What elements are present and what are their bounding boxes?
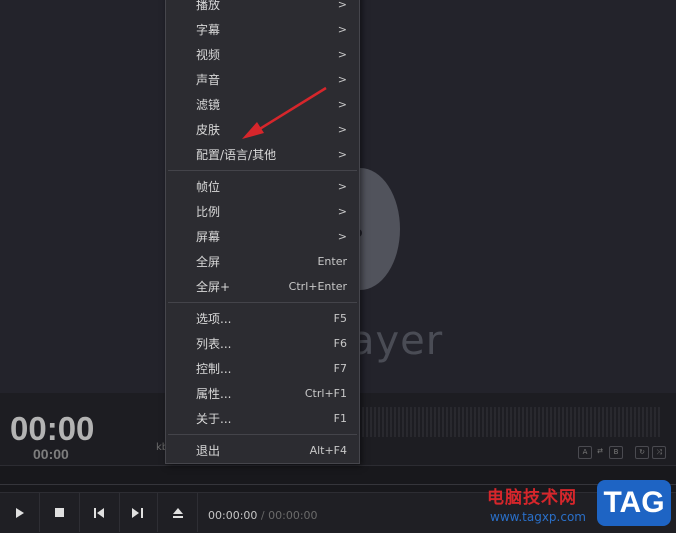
- submenu-arrow: >: [337, 148, 347, 161]
- submenu-arrow: >: [337, 73, 347, 86]
- elapsed-time-display: 00:00: [10, 410, 95, 447]
- submenu-arrow: >: [337, 48, 347, 61]
- player-logo-text: ayer: [350, 318, 444, 364]
- loop-b-button[interactable]: B: [609, 446, 623, 459]
- shortcut-label: F7: [333, 362, 347, 375]
- submenu-arrow: >: [337, 230, 347, 243]
- time-separator: /: [260, 509, 265, 522]
- submenu-arrow: >: [337, 23, 347, 36]
- menu-separator: [168, 170, 357, 171]
- shortcut-label: Ctrl+F1: [304, 387, 347, 400]
- menu-item-fullscreen-plus[interactable]: 全屏+: [196, 277, 230, 297]
- menu-item-config-language-other[interactable]: 配置/语言/其他: [196, 145, 276, 165]
- stop-icon[interactable]: [40, 493, 80, 532]
- shortcut-label: Alt+F4: [309, 444, 347, 457]
- total-time-display: 00:00: [33, 446, 69, 462]
- menu-item-properties[interactable]: 属性...: [196, 384, 231, 404]
- loop-a-button[interactable]: A: [578, 446, 592, 459]
- playlist-repeat-icon[interactable]: ↻: [635, 446, 649, 459]
- menu-separator: [168, 302, 357, 303]
- current-time: 00:00:00: [208, 509, 258, 522]
- submenu-arrow: >: [337, 205, 347, 218]
- menu-item-frame[interactable]: 帧位: [196, 177, 220, 197]
- shortcut-label: F6: [333, 337, 347, 350]
- context-menu: 播放 > 字幕 > 视频 > 声音 > 滤镜 > 皮肤 > 配置/语言/其他 >…: [165, 0, 360, 464]
- submenu-arrow: >: [337, 180, 347, 193]
- watermark-tag-logo: TAG: [597, 480, 671, 526]
- watermark-url: www.tagxp.com: [490, 510, 586, 524]
- menu-item-video[interactable]: 视频: [196, 45, 220, 65]
- repeat-icon[interactable]: ⇄: [594, 446, 606, 457]
- menu-item-screen[interactable]: 屏幕: [196, 227, 220, 247]
- play-icon[interactable]: [0, 493, 40, 532]
- total-time: 00:00:00: [268, 509, 318, 522]
- shortcut-label: Enter: [317, 255, 347, 268]
- submenu-arrow: >: [337, 0, 347, 11]
- menu-item-control[interactable]: 控制...: [196, 359, 231, 379]
- menu-item-audio[interactable]: 声音: [196, 70, 220, 90]
- submenu-arrow: >: [337, 98, 347, 111]
- eject-icon[interactable]: [158, 493, 198, 532]
- previous-icon[interactable]: [80, 493, 120, 532]
- menu-item-filter[interactable]: 滤镜: [196, 95, 220, 115]
- shortcut-label: F1: [333, 412, 347, 425]
- shortcut-label: Ctrl+Enter: [288, 280, 347, 293]
- menu-separator: [168, 434, 357, 435]
- menu-item-ratio[interactable]: 比例: [196, 202, 220, 222]
- playback-time: 00:00:00 / 00:00:00: [208, 509, 318, 522]
- menu-item-skin[interactable]: 皮肤: [196, 120, 220, 140]
- menu-item-subtitle[interactable]: 字幕: [196, 20, 220, 40]
- menu-item-play[interactable]: 播放: [196, 0, 220, 15]
- menu-item-exit[interactable]: 退出: [196, 441, 220, 461]
- watermark-site-name: 电脑技术网: [487, 488, 577, 508]
- menu-item-about[interactable]: 关于...: [196, 409, 231, 429]
- next-icon[interactable]: [118, 493, 158, 532]
- audio-spectrum: [358, 407, 662, 437]
- menu-item-list[interactable]: 列表...: [196, 334, 231, 354]
- shortcut-label: F5: [333, 312, 347, 325]
- submenu-arrow: >: [337, 123, 347, 136]
- shuffle-icon[interactable]: ⤨: [652, 446, 666, 459]
- menu-item-fullscreen[interactable]: 全屏: [196, 252, 220, 272]
- menu-item-options[interactable]: 选项...: [196, 309, 231, 329]
